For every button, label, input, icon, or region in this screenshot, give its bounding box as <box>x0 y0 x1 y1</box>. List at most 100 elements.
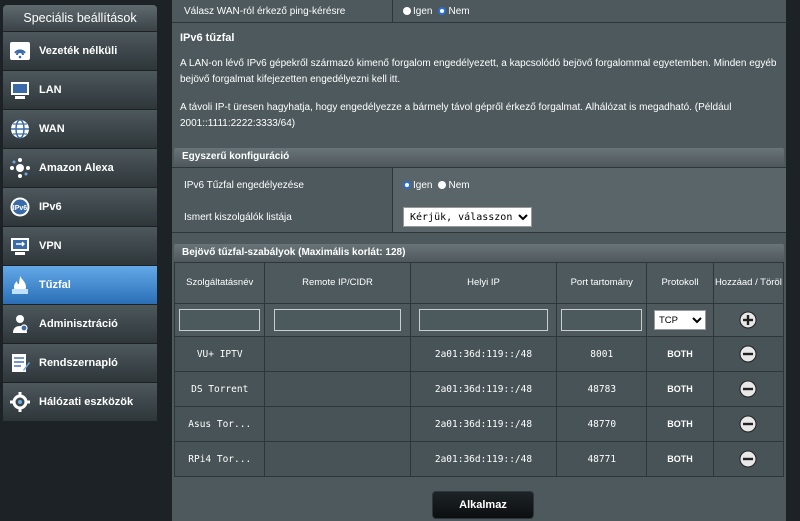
new-add-cell <box>712 303 785 337</box>
description-text-remote-ip: A távoli IP-t üresen hagyhatja, hogy eng… <box>180 102 732 129</box>
wan-ping-row: Válasz WAN-ról érkező ping-kérésre Igen … <box>172 0 786 23</box>
sidebar-item-label: WAN <box>39 123 65 135</box>
sidebar-item-ipv6[interactable]: IPv6 IPv6 <box>3 188 157 226</box>
main-panel: Válasz WAN-ról érkező ping-kérésre Igen … <box>172 0 786 521</box>
col-remote-ip: Remote IP/CIDR <box>264 262 411 304</box>
rule-delete-cell <box>712 441 785 477</box>
rule-port-range: 48771 <box>556 441 648 477</box>
radio-label: Nem <box>448 179 470 191</box>
sidebar-item-lan[interactable]: LAN <box>3 71 157 109</box>
col-add-delete: Hozzáad / Töröl <box>712 262 785 304</box>
col-service-name: Szolgáltatásnév <box>173 262 266 304</box>
rule-delete-cell <box>712 406 785 442</box>
admin-icon <box>3 305 37 343</box>
ipv6-firewall-enable-options: Igen Nem <box>392 168 786 202</box>
sidebar-item-admin[interactable]: Adminisztráció <box>3 305 157 343</box>
sidebar-item-label: VPN <box>39 240 62 252</box>
add-icon[interactable] <box>739 311 757 329</box>
simple-config-header: Egyszerű konfiguráció <box>174 148 784 166</box>
table-row: DS Torrent 2a01:36d:119::/48 48783 BOTH <box>173 371 785 407</box>
table-row: RPi4 Tor... 2a01:36d:119::/48 48771 BOTH <box>173 441 785 477</box>
svg-text:IPv6: IPv6 <box>13 205 28 212</box>
sidebar-item-label: Vezeték nélküli <box>39 45 118 57</box>
sidebar: Speciális beállítások Vezeték nélküli LA… <box>3 5 157 421</box>
globe-icon <box>3 110 37 148</box>
wifi-icon <box>3 32 37 70</box>
wan-ping-yes-radio[interactable]: Igen <box>403 6 432 17</box>
rule-protocol: BOTH <box>646 406 714 442</box>
remove-icon[interactable] <box>739 415 757 433</box>
radio-selected-icon <box>438 7 447 15</box>
alexa-icon <box>3 149 37 187</box>
tools-icon <box>3 383 37 421</box>
table-row: VU+ IPTV 2a01:36d:119::/48 8001 BOTH <box>173 336 785 372</box>
sidebar-item-label: Adminisztráció <box>39 318 118 330</box>
rule-service-name: RPi4 Tor... <box>173 441 266 477</box>
known-servers-select[interactable]: Kérjük, válasszon <box>403 207 532 227</box>
known-servers-cell: Kérjük, válasszon <box>392 202 786 232</box>
sidebar-item-network-tools[interactable]: Hálózati eszközök <box>3 383 157 421</box>
ipv6-icon: IPv6 <box>3 188 37 226</box>
radio-icon <box>438 181 447 189</box>
rule-protocol: BOTH <box>646 441 714 477</box>
remote-ip-input[interactable] <box>273 309 402 331</box>
wan-ping-label: Válasz WAN-ról érkező ping-kérésre <box>184 5 346 17</box>
rule-local-ip: 2a01:36d:119::/48 <box>409 441 558 477</box>
enable-no-radio[interactable]: Nem <box>438 179 470 191</box>
radio-icon <box>403 7 411 15</box>
rule-local-ip: 2a01:36d:119::/48 <box>409 336 558 372</box>
rule-remote-ip <box>264 406 411 442</box>
sidebar-item-firewall[interactable]: Tűzfal <box>3 266 157 304</box>
new-remote-cell <box>264 303 411 337</box>
firewall-icon <box>3 266 37 304</box>
sidebar-item-alexa[interactable]: Amazon Alexa <box>3 149 157 187</box>
rules-header: Bejövő tűzfal-szabályok (Maximális korlá… <box>174 244 784 262</box>
radio-label: Nem <box>448 5 470 17</box>
vpn-icon <box>3 227 37 265</box>
rules-header-row: Szolgáltatásnév Remote IP/CIDR Helyi IP … <box>173 262 785 304</box>
radio-label: Igen <box>413 179 433 191</box>
enable-yes-radio[interactable]: Igen <box>403 180 432 191</box>
rule-service-name: DS Torrent <box>173 371 266 407</box>
log-icon <box>3 344 37 382</box>
apply-button[interactable]: Alkalmaz <box>432 491 534 519</box>
radio-selected-icon <box>403 181 411 189</box>
rule-service-name: Asus Tor... <box>173 406 266 442</box>
sidebar-item-wireless[interactable]: Vezeték nélküli <box>3 32 157 70</box>
rule-delete-cell <box>712 336 785 372</box>
table-row: Asus Tor... 2a01:36d:119::/48 48770 BOTH <box>173 406 785 442</box>
sidebar-item-label: Amazon Alexa <box>39 162 114 174</box>
remove-icon[interactable] <box>739 450 757 468</box>
new-local-cell <box>409 303 558 337</box>
rule-protocol: BOTH <box>646 336 714 372</box>
radio-label: Igen <box>413 5 433 17</box>
lan-icon <box>3 71 37 109</box>
sidebar-item-label: LAN <box>39 84 62 96</box>
sidebar-item-wan[interactable]: WAN <box>3 110 157 148</box>
remove-icon[interactable] <box>739 345 757 363</box>
known-servers-label: Ismert kiszolgálók listája <box>184 211 292 223</box>
rule-delete-cell <box>712 371 785 407</box>
rule-service-name: VU+ IPTV <box>173 336 266 372</box>
port-range-input[interactable] <box>561 309 643 331</box>
new-rule-row: TCP <box>173 303 785 337</box>
new-service-cell <box>173 303 266 337</box>
new-port-cell <box>556 303 648 337</box>
ipv6-firewall-enable-label: IPv6 Tűzfal engedélyezése <box>184 179 304 191</box>
description-text: A LAN-on lévő IPv6 gépekről származó kim… <box>180 58 777 85</box>
remove-icon[interactable] <box>739 380 757 398</box>
sidebar-item-syslog[interactable]: Rendszernapló <box>3 344 157 382</box>
wan-ping-no-radio[interactable]: Nem <box>438 5 470 17</box>
local-ip-input[interactable] <box>419 309 548 331</box>
sidebar-item-vpn[interactable]: VPN <box>3 227 157 265</box>
ipv6-firewall-enable-row: IPv6 Tűzfal engedélyezése Igen Nem <box>172 167 786 203</box>
col-protocol: Protokoll <box>646 262 714 304</box>
sidebar-item-label: IPv6 <box>39 201 62 213</box>
rule-remote-ip <box>264 336 411 372</box>
protocol-select[interactable]: TCP <box>653 310 706 330</box>
service-name-input[interactable] <box>179 309 261 331</box>
known-servers-row: Ismert kiszolgálók listája Kérjük, válas… <box>172 202 786 233</box>
rule-local-ip: 2a01:36d:119::/48 <box>409 371 558 407</box>
section-title: IPv6 tűzfal <box>180 32 235 44</box>
col-local-ip: Helyi IP <box>409 262 558 304</box>
